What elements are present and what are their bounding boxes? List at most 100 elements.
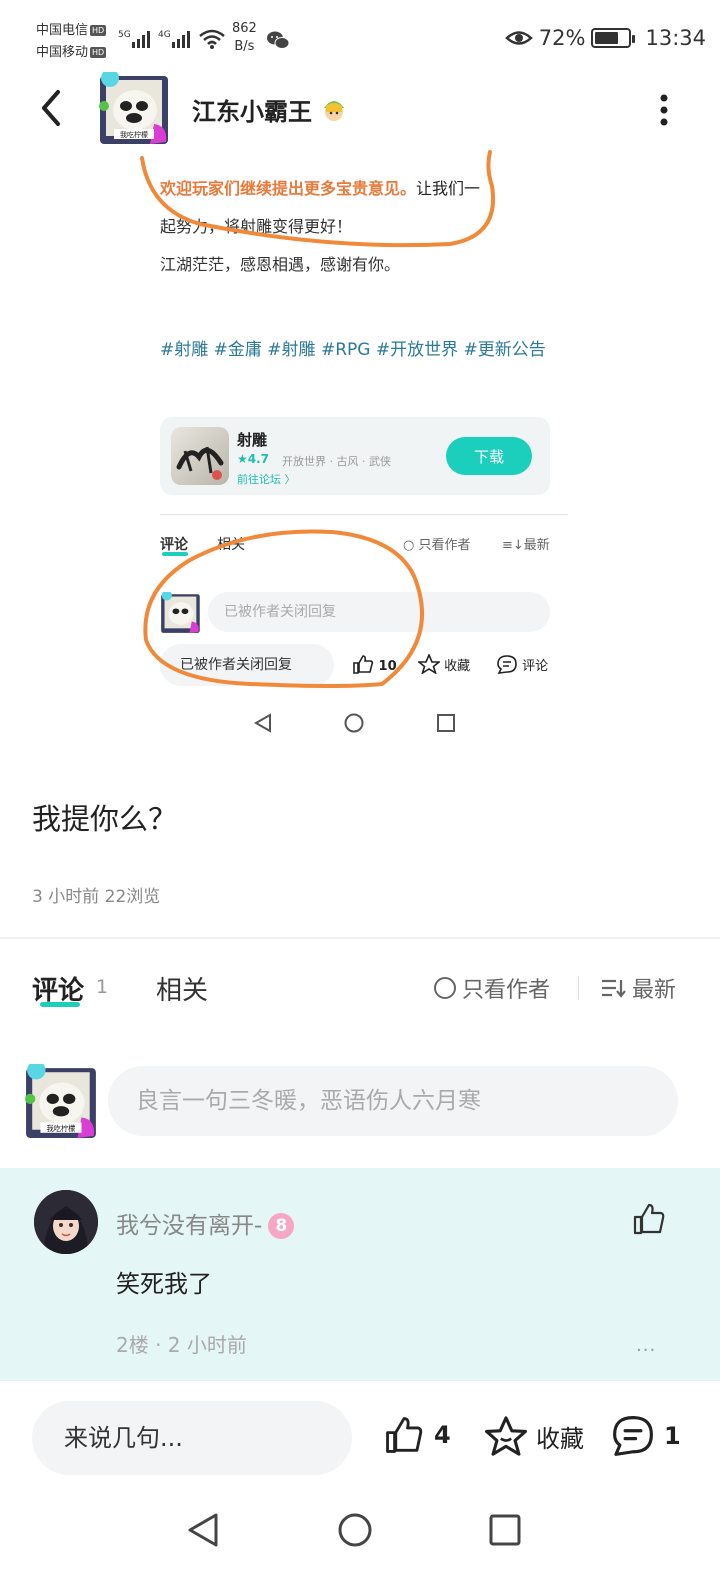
thumb-up-icon	[386, 1417, 423, 1453]
embedded-nav-bar	[253, 713, 455, 733]
comment-tabs: 评论 1 相关 只看作者 最新	[0, 966, 720, 1016]
eye-icon	[504, 31, 533, 45]
nav-back-icon[interactable]	[188, 1513, 218, 1547]
game-icon	[171, 427, 229, 485]
bottom-action-bar: 来说几句... 4 收藏 1	[0, 1380, 720, 1498]
embedded-reply-pill: 已被作者关闭回复	[160, 644, 334, 686]
comment-more-icon[interactable]: ···	[636, 1340, 656, 1361]
embedded-like: 10	[352, 654, 397, 674]
embedded-favorite: 收藏	[416, 652, 471, 675]
like-count: 4	[434, 1421, 451, 1449]
hd-badge: HD	[90, 47, 107, 58]
embedded-line1-rest: 让我们一	[416, 179, 481, 198]
my-avatar-badge-text: 我吃柠檬	[47, 1124, 76, 1133]
post-title: 我提你么？	[32, 802, 178, 836]
comment-input[interactable]: 良言一句三冬暖，恶语伤人六月寒	[108, 1066, 678, 1136]
elf-emoji-icon	[324, 101, 345, 121]
embedded-comment: 评论	[496, 654, 548, 674]
embedded-favorite-label: 收藏	[444, 659, 471, 674]
battery-icon	[591, 28, 636, 48]
post-meta: 3 小时前 22浏览	[32, 887, 161, 907]
embedded-tabs: 评论 相关 ○ 只看作者 ≡↓最新	[160, 532, 552, 556]
nav-home-icon[interactable]	[338, 1513, 372, 1547]
embedded-highlight: 欢迎玩家们继续提出更多宝贵意见。	[160, 179, 417, 198]
speed-value: 862	[232, 21, 257, 36]
embedded-only-author: ○ 只看作者	[403, 538, 471, 553]
game-forum-link: 前往论坛 〉	[237, 473, 296, 486]
embedded-bottom-bar: 已被作者关闭回复 10 收藏 评论	[160, 644, 560, 688]
speed-unit: B/s	[234, 39, 255, 54]
like-button[interactable]: 4	[382, 1415, 451, 1455]
back-arrow-icon[interactable]	[34, 86, 70, 130]
sort-icon	[602, 979, 626, 998]
embedded-line-3: 江湖茫茫，感恩相遇，感谢有你。	[160, 255, 401, 274]
embedded-nav-back-icon	[253, 713, 271, 733]
embedded-nav-recents-icon	[437, 714, 455, 732]
favorite-button[interactable]: 收藏	[484, 1415, 584, 1457]
favorite-label: 收藏	[536, 1424, 584, 1453]
comment-text: 笑死我了	[116, 1270, 212, 1298]
embedded-line-2: 起努力，将射雕变得更好！	[160, 217, 353, 236]
embedded-comment-input: 已被作者关闭回复	[208, 592, 550, 632]
tab-separator	[578, 976, 579, 1000]
embedded-star-icon	[416, 652, 442, 675]
carrier-info: 中国电信 HD 中国移动 HD	[36, 20, 107, 64]
embedded-nav-home-icon	[344, 713, 364, 733]
clock: 13:34	[645, 26, 706, 50]
embedded-divider	[160, 514, 568, 515]
author-name-text: 江东小霸王	[192, 98, 312, 126]
carrier-1: 中国电信	[36, 23, 89, 38]
comment-item: 我兮没有离开- 8 笑死我了 2楼 · 2 小时前 ···	[0, 1168, 720, 1380]
embedded-only-author-label: 只看作者	[418, 538, 471, 553]
my-avatar[interactable]: 我吃柠檬	[24, 1064, 100, 1140]
embedded-comment-label: 评论	[522, 659, 549, 674]
comment-bubble-icon	[613, 1416, 653, 1456]
more-options-icon[interactable]	[658, 92, 670, 128]
comment-like-icon[interactable]	[632, 1202, 666, 1236]
author-name[interactable]: 江东小霸王	[192, 92, 348, 127]
post-header: 我吃柠檬 江东小霸王	[0, 66, 720, 150]
embedded-tab-underline	[162, 552, 188, 556]
network-5g-label: 5G	[118, 30, 131, 40]
battery-percent: 72%	[538, 26, 586, 50]
embedded-my-avatar	[161, 592, 200, 633]
game-name: 射雕	[237, 431, 268, 449]
network-speed: 862 B/s	[232, 20, 257, 56]
tab-comment-count: 1	[96, 976, 109, 998]
sort-latest-label: 最新	[632, 978, 677, 1003]
reply-input[interactable]: 来说几句...	[32, 1401, 352, 1475]
only-author-toggle[interactable]: 只看作者	[434, 972, 550, 1004]
commenter-name-text: 我兮没有离开-	[116, 1213, 263, 1239]
only-author-label: 只看作者	[462, 978, 551, 1003]
signal-5g-icon: 5G	[118, 30, 150, 48]
status-right: 72% 13:34	[504, 26, 706, 50]
embedded-post-text: 欢迎玩家们继续提出更多宝贵意见。让我们一 起努力，将射雕变得更好！ 江湖茫茫，感…	[160, 170, 560, 284]
tab-related[interactable]: 相关	[156, 970, 208, 1007]
embedded-tab-related: 相关	[217, 537, 245, 553]
section-divider	[0, 937, 720, 939]
game-rating: ★4.7	[237, 452, 270, 466]
embedded-latest-label: 最新	[523, 538, 550, 553]
comments-count: 1	[664, 1422, 681, 1450]
game-download-button: 下载	[446, 437, 532, 475]
embedded-thumb-icon	[353, 655, 374, 674]
level-badge: 8	[268, 1213, 295, 1239]
embedded-latest: ≡↓最新	[502, 538, 550, 553]
author-avatar[interactable]: 我吃柠檬	[98, 72, 172, 146]
commenter-name[interactable]: 我兮没有离开- 8	[116, 1206, 295, 1240]
game-genres: 开放世界 · 古风 · 武侠	[282, 455, 391, 468]
nav-recents-icon[interactable]	[489, 1514, 521, 1546]
embedded-game-card: 射雕 ★4.7 开放世界 · 古风 · 武侠 前往论坛 〉 下载	[160, 417, 550, 495]
signal-4g-icon: 4G	[158, 30, 190, 48]
embedded-comment-icon	[497, 655, 517, 674]
avatar-badge-text: 我吃柠檬	[120, 130, 148, 139]
system-nav-bar	[188, 1513, 521, 1547]
carrier-2: 中国移动	[36, 45, 89, 60]
comments-button[interactable]: 1	[610, 1415, 681, 1457]
wifi-icon	[199, 29, 225, 49]
commenter-avatar[interactable]	[34, 1190, 98, 1254]
hd-badge: HD	[90, 25, 107, 36]
embedded-tab-comment: 评论	[160, 537, 188, 553]
sort-latest-button[interactable]: 最新	[600, 972, 676, 1004]
tab-active-underline	[40, 1002, 80, 1007]
